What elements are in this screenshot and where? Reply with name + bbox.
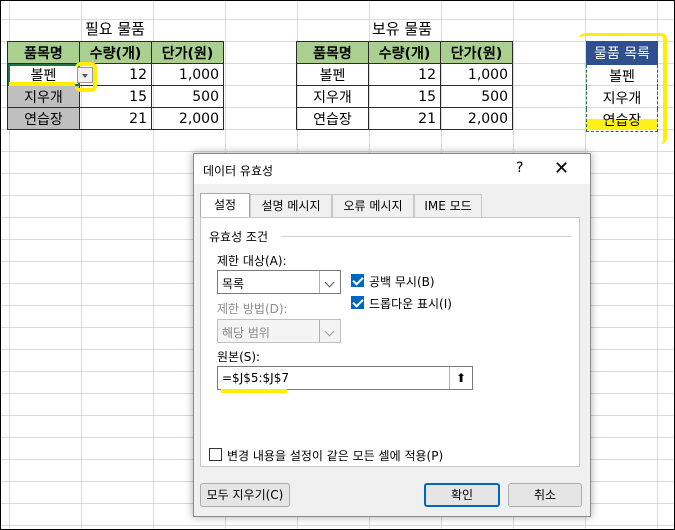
- price-cell[interactable]: 2,000: [440, 107, 513, 130]
- owned-items-table: 품목명 수량(개) 단가(원) 볼펜 12 1,000 지우개 15 500 연…: [296, 41, 513, 130]
- apply-all-checkbox[interactable]: [209, 448, 222, 461]
- cancel-button[interactable]: 취소: [508, 483, 582, 507]
- quantity-cell[interactable]: 12: [368, 63, 441, 86]
- price-cell[interactable]: 1,000: [440, 63, 513, 86]
- price-cell[interactable]: 500: [440, 85, 513, 108]
- list-item[interactable]: 볼펜: [586, 64, 658, 87]
- tab-ime-mode[interactable]: IME 모드: [414, 194, 482, 217]
- dropdown-label: 드롭다운 표시(I): [369, 297, 452, 311]
- header-unit-price: 단가(원): [440, 41, 513, 64]
- price-cell[interactable]: 2,000: [151, 107, 224, 130]
- chevron-down-icon: [319, 320, 340, 342]
- data-select-value: 해당 범위: [222, 326, 270, 340]
- ignore-blank-label: 공백 무시(B): [369, 275, 435, 289]
- price-cell[interactable]: 500: [151, 85, 224, 108]
- header-quantity: 수량(개): [368, 41, 441, 64]
- table-row: 지우개 15 500: [296, 85, 513, 108]
- item-name-cell[interactable]: 볼펜: [296, 63, 369, 86]
- settings-panel: 유효성 조건 제한 대상(A): 목록 공백 무시(B) 드롭다운 표시(I) …: [200, 217, 580, 467]
- ignore-blank-checkbox[interactable]: [351, 274, 364, 287]
- source-input[interactable]: =$J$5:$J$7 ⬆: [217, 366, 473, 390]
- data-validation-dialog: 데이터 유효성 ? ✕ 설정 설명 메시지 오류 메시지 IME 모드 유효성 …: [193, 153, 591, 517]
- source-value: =$J$5:$J$7: [222, 371, 289, 385]
- list-header: 물품 목록: [586, 41, 658, 65]
- allow-select[interactable]: 목록: [217, 270, 341, 294]
- quantity-cell[interactable]: 15: [368, 85, 441, 108]
- chevron-down-icon: [319, 271, 340, 293]
- dropdown-checkbox[interactable]: [351, 296, 364, 309]
- clear-all-button[interactable]: 모두 지우기(C): [200, 483, 290, 507]
- needed-items-caption: 필요 물품: [85, 20, 145, 38]
- header-unit-price: 단가(원): [151, 41, 224, 64]
- spreadsheet-area: 필요 물품 보유 물품 품목명 수량(개) 단가(원) 볼펜 12 1,000 …: [0, 0, 675, 530]
- data-select: 해당 범위: [217, 319, 341, 343]
- header-item-name: 품목명: [296, 41, 369, 64]
- list-item[interactable]: 연습장: [586, 109, 658, 132]
- tab-input-message[interactable]: 설명 메시지: [250, 194, 332, 217]
- owned-items-caption: 보유 물품: [372, 20, 432, 38]
- header-quantity: 수량(개): [79, 41, 152, 64]
- item-name-cell[interactable]: 연습장: [7, 107, 80, 130]
- group-divider: [281, 236, 571, 237]
- list-item[interactable]: 지우개: [586, 87, 658, 109]
- tab-settings[interactable]: 설정: [200, 193, 250, 218]
- header-item-name: 품목명: [7, 41, 80, 64]
- collapse-dialog-icon[interactable]: ⬆: [449, 367, 472, 389]
- table-row: 지우개 15 500: [7, 85, 224, 108]
- item-name-cell[interactable]: 연습장: [296, 107, 369, 130]
- tab-error-alert[interactable]: 오류 메시지: [332, 194, 414, 217]
- item-name-cell[interactable]: 지우개: [296, 85, 369, 108]
- close-icon[interactable]: ✕: [554, 158, 569, 179]
- table-row: 연습장 21 2,000: [296, 107, 513, 130]
- dialog-title: 데이터 유효성: [203, 164, 274, 178]
- table-row: 연습장 21 2,000: [7, 107, 224, 130]
- data-label: 제한 방법(D):: [217, 302, 288, 316]
- item-name-cell[interactable]: 지우개: [7, 85, 80, 108]
- help-icon[interactable]: ?: [516, 160, 523, 176]
- dropdown-arrow-icon[interactable]: [77, 67, 93, 83]
- quantity-cell[interactable]: 21: [368, 107, 441, 130]
- dialog-titlebar[interactable]: 데이터 유효성 ? ✕: [194, 154, 590, 184]
- allow-select-value: 목록: [222, 277, 245, 291]
- source-label: 원본(S):: [217, 350, 261, 364]
- apply-all-label: 변경 내용을 설정이 같은 모든 셀에 적용(P): [227, 449, 444, 463]
- highlight-underline: [9, 82, 75, 86]
- quantity-cell[interactable]: 21: [79, 107, 152, 130]
- price-cell[interactable]: 1,000: [151, 63, 224, 86]
- item-list-table: 물품 목록 볼펜 지우개 연습장: [586, 41, 658, 132]
- ok-button[interactable]: 확인: [424, 483, 500, 507]
- allow-label: 제한 대상(A):: [217, 254, 287, 268]
- source-highlight: [221, 389, 287, 393]
- group-title: 유효성 조건: [209, 230, 269, 244]
- table-row: 볼펜 12 1,000: [296, 63, 513, 86]
